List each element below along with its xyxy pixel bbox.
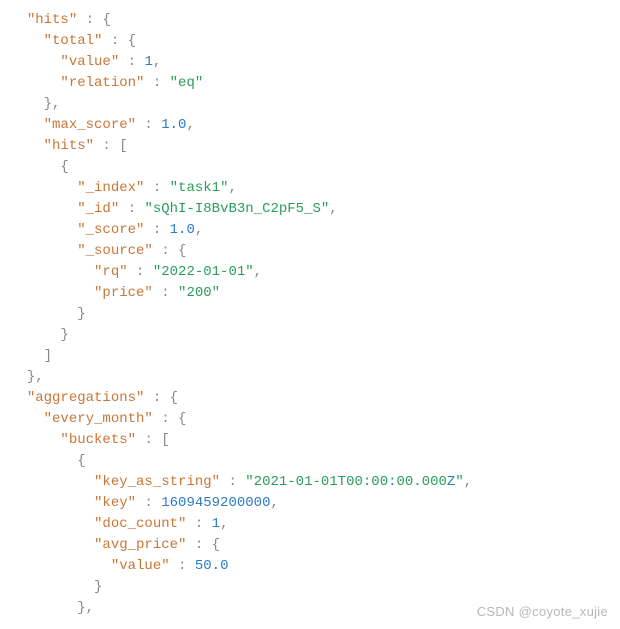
- json-key: "rq": [94, 264, 128, 280]
- code-line: "rq" : "2022-01-01",: [10, 262, 610, 283]
- json-key: "avg_price": [94, 537, 186, 553]
- code-line: "every_month" : {: [10, 409, 610, 430]
- json-key: "buckets": [60, 432, 136, 448]
- json-key: "_score": [77, 222, 144, 238]
- code-line: "hits" : [: [10, 136, 610, 157]
- json-number: 50.0: [195, 558, 229, 574]
- json-key: "max_score": [44, 117, 136, 133]
- code-line: ]: [10, 346, 610, 367]
- json-number: 1609459200000: [161, 495, 270, 511]
- json-code-block: "hits" : { "total" : { "value" : 1, "rel…: [10, 10, 610, 619]
- json-number: 1: [212, 516, 220, 532]
- json-key: "total": [44, 33, 103, 49]
- json-number: 1: [144, 54, 152, 70]
- code-line: "aggregations" : {: [10, 388, 610, 409]
- json-key: "value": [60, 54, 119, 70]
- json-key: "hits": [27, 12, 77, 28]
- json-key: "_source": [77, 243, 153, 259]
- json-string: ": [455, 474, 463, 490]
- code-line: "total" : {: [10, 31, 610, 52]
- code-line: "_score" : 1.0,: [10, 220, 610, 241]
- code-line: "_source" : {: [10, 241, 610, 262]
- json-key: "_index": [77, 180, 144, 196]
- json-key: "relation": [60, 75, 144, 91]
- code-line: },: [10, 94, 610, 115]
- json-key: "hits": [44, 138, 94, 154]
- code-line: "hits" : {: [10, 10, 610, 31]
- code-line: "avg_price" : {: [10, 535, 610, 556]
- code-line: "_index" : "task1",: [10, 178, 610, 199]
- code-line: },: [10, 367, 610, 388]
- code-line: "key" : 1609459200000,: [10, 493, 610, 514]
- json-key: "every_month": [44, 411, 153, 427]
- json-key: "price": [94, 285, 153, 301]
- code-line: "key_as_string" : "2021-01-01T00:00:00.0…: [10, 472, 610, 493]
- code-line: "price" : "200": [10, 283, 610, 304]
- code-line: {: [10, 157, 610, 178]
- code-line: }: [10, 304, 610, 325]
- json-string: "eq": [170, 75, 204, 91]
- json-key: "_id": [77, 201, 119, 217]
- code-line: "_id" : "sQhI-I8BvB3n_C2pF5_S",: [10, 199, 610, 220]
- code-line: "value" : 1,: [10, 52, 610, 73]
- json-number: 1.0: [161, 117, 186, 133]
- json-key: "aggregations": [27, 390, 145, 406]
- json-string: "2021-01-01T00:00:00.000: [245, 474, 447, 490]
- json-string: "200": [178, 285, 220, 301]
- code-line: }: [10, 577, 610, 598]
- json-key: "key_as_string": [94, 474, 220, 490]
- code-line: "value" : 50.0: [10, 556, 610, 577]
- json-string: "sQhI-I8BvB3n_C2pF5_S": [144, 201, 329, 217]
- code-line: "doc_count" : 1,: [10, 514, 610, 535]
- json-key: "key": [94, 495, 136, 511]
- code-line: "buckets" : [: [10, 430, 610, 451]
- json-string: "2022-01-01": [153, 264, 254, 280]
- code-line: "relation" : "eq": [10, 73, 610, 94]
- code-line: }: [10, 325, 610, 346]
- watermark-text: CSDN @coyote_xujie: [477, 602, 608, 622]
- code-line: "max_score" : 1.0,: [10, 115, 610, 136]
- json-key: "doc_count": [94, 516, 186, 532]
- json-key: "value": [111, 558, 170, 574]
- json-string: "task1": [170, 180, 229, 196]
- json-number: 1.0: [170, 222, 195, 238]
- code-line: {: [10, 451, 610, 472]
